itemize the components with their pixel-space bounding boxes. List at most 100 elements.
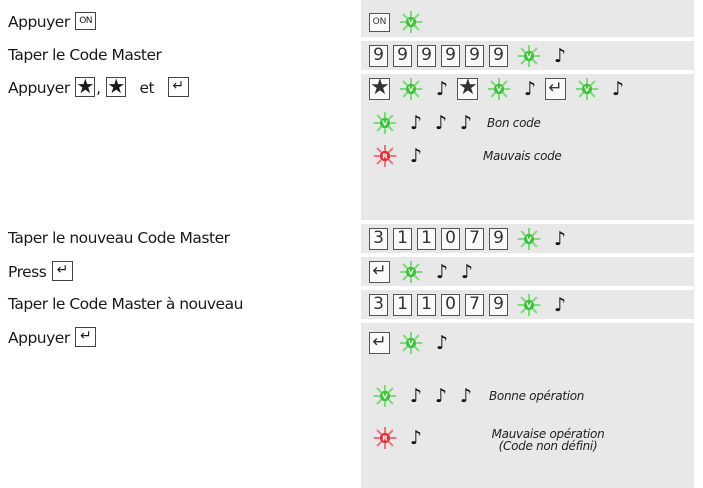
green-led-icon: V (372, 385, 398, 407)
beep-note-icon: ♪ (611, 78, 625, 100)
digit-key: 1 (417, 228, 436, 250)
beep-note-icon: ♪ (523, 78, 537, 100)
beep-note-icon: ♪ (435, 78, 449, 100)
on-key-icon: ON (369, 12, 390, 32)
green-led-icon: V (398, 78, 424, 100)
response-master-code: 9 9 9 9 9 9 V ♪ (369, 43, 570, 69)
step-press-enter: Press ↵ (8, 260, 74, 284)
svg-text:V: V (496, 86, 502, 94)
response-press-enter: ↵ V ♪ ♪ (369, 259, 477, 285)
digit-key: 9 (417, 45, 436, 67)
enter-key-icon: ↵ (167, 76, 189, 97)
step-text: Taper le nouveau Code Master (8, 229, 230, 247)
step-reenter-master-code: Taper le Code Master à nouveau (8, 292, 243, 316)
step-text: Appuyer (8, 13, 70, 31)
result-good-operation: V ♪ ♪ ♪ Bonne opération (369, 383, 584, 409)
digit-key: 1 (393, 228, 412, 250)
step-text: Appuyer (8, 329, 70, 347)
beep-note-icon: ♪ (409, 385, 423, 407)
svg-text:V: V (382, 120, 388, 128)
digit-key: 7 (465, 294, 484, 316)
digit-key: 9 (489, 45, 508, 67)
beep-note-icon: ♪ (553, 45, 567, 67)
green-led-icon: V (398, 11, 424, 33)
beep-note-icon: ♪ (434, 112, 448, 134)
star-key-icon: ★ (457, 75, 478, 100)
panel-divider (361, 253, 694, 257)
green-led-icon: V (574, 78, 600, 100)
svg-text:R: R (382, 153, 388, 161)
digit-key: 0 (441, 228, 460, 250)
green-led-icon: V (516, 294, 542, 316)
svg-text:V: V (382, 393, 388, 401)
svg-text:V: V (584, 86, 590, 94)
star-key-icon: ★ (369, 75, 390, 100)
digit-key: 1 (393, 294, 412, 316)
enter-key-icon: ↵ (369, 261, 390, 283)
step-press-on: Appuyer ON (8, 10, 97, 34)
step-enter-master-code: Taper le Code Master (8, 43, 162, 67)
step-text: Appuyer (8, 79, 70, 97)
good-operation-label: Bonne opération (489, 389, 585, 403)
response-on: ON V (369, 9, 427, 35)
digit-key: 9 (393, 45, 412, 67)
beep-note-icon: ♪ (434, 385, 448, 407)
beep-note-icon: ♪ (435, 261, 449, 283)
digit-key: 9 (465, 45, 484, 67)
svg-text:V: V (408, 86, 414, 94)
svg-text:V: V (408, 340, 414, 348)
step-text: Press (8, 263, 47, 281)
enter-key-icon: ↵ (75, 326, 97, 347)
result-bad-operation: R ♪ (369, 425, 426, 451)
red-led-icon: R (372, 427, 398, 449)
panel-divider (361, 220, 694, 224)
beep-note-icon: ♪ (553, 294, 567, 316)
star-key-icon: ★ (106, 73, 126, 98)
response-reenter-master-code: 3 1 1 0 7 9 V ♪ (369, 292, 570, 318)
svg-text:V: V (408, 19, 414, 27)
panel-divider (361, 286, 694, 290)
digit-key: 1 (417, 294, 436, 316)
bad-operation-line2: (Code non défini) (498, 439, 598, 453)
step-enter-new-master-code: Taper le nouveau Code Master (8, 226, 230, 250)
response-final-enter: ↵ V ♪ (369, 330, 452, 356)
bad-operation-label: Mauvaise opération (Code non défini) (468, 428, 628, 452)
green-led-icon: V (398, 261, 424, 283)
and-word: et (139, 79, 155, 97)
step-text: Taper le Code Master à nouveau (8, 295, 243, 313)
digit-key: 9 (369, 45, 388, 67)
red-led-icon: R (372, 145, 398, 167)
green-led-icon: V (516, 228, 542, 250)
beep-note-icon: ♪ (553, 228, 567, 250)
good-code-label: Bon code (487, 116, 541, 130)
star-key-icon: ★ (75, 73, 96, 98)
panel-divider (361, 37, 694, 41)
digit-key: 9 (441, 45, 460, 67)
digit-key: 7 (465, 228, 484, 250)
svg-text:V: V (526, 302, 532, 310)
result-good-code: V ♪ ♪ ♪ Bon code (369, 110, 541, 136)
response-new-master-code: 3 1 1 0 7 9 V ♪ (369, 226, 570, 252)
green-led-icon: V (372, 112, 398, 134)
svg-text:V: V (526, 53, 532, 61)
enter-key-icon: ↵ (51, 260, 73, 281)
digit-key: 9 (489, 294, 508, 316)
green-led-icon: V (516, 45, 542, 67)
svg-text:R: R (382, 435, 388, 443)
panel-divider (361, 70, 694, 74)
digit-key: 3 (369, 294, 388, 316)
digit-key: 9 (489, 228, 508, 250)
enter-key-icon: ↵ (369, 332, 390, 354)
digit-key: 3 (369, 228, 388, 250)
enter-key-icon: ↵ (545, 78, 566, 100)
result-bad-code: R ♪ Mauvais code (369, 143, 562, 169)
beep-note-icon: ♪ (409, 112, 423, 134)
step-press-star-star-enter: Appuyer ★, ★ et ↵ (8, 76, 190, 100)
step-press-enter-final: Appuyer ↵ (8, 326, 97, 350)
green-led-icon: V (398, 332, 424, 354)
on-key-icon: ON (75, 11, 97, 30)
beep-note-icon: ♪ (459, 385, 473, 407)
response-star-star-enter: ★ V ♪ ★ V ♪ ↵ V ♪ (369, 76, 628, 102)
panel-divider (361, 319, 694, 323)
beep-note-icon: ♪ (460, 261, 474, 283)
